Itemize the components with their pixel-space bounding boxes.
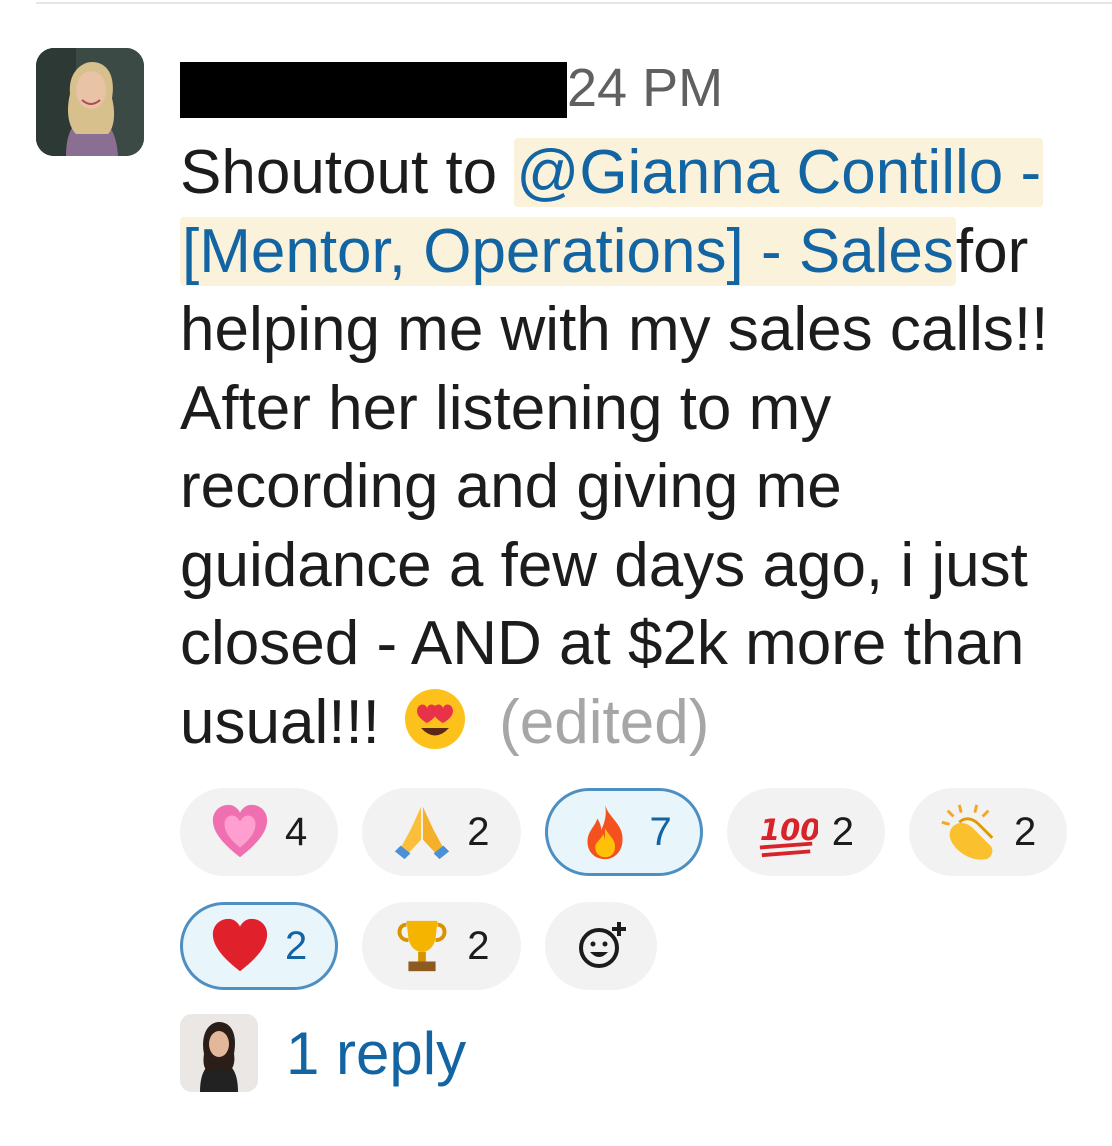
folded-hands-icon — [395, 806, 450, 860]
reaction-folded-hands[interactable]: 2 — [362, 788, 521, 876]
hundred-points-icon: 100 — [759, 813, 818, 858]
reaction-hundred-points[interactable]: 100 2 — [726, 788, 885, 876]
message-body: Shoutout to @Gianna Contillo - [Mentor, … — [180, 134, 1100, 770]
edited-label: (edited) — [499, 687, 710, 757]
reply-avatar-photo — [180, 1014, 258, 1092]
add-reaction-button[interactable] — [544, 902, 657, 990]
thread-replies[interactable]: 1 reply — [180, 1014, 466, 1092]
reaction-red-heart[interactable]: 2 — [180, 902, 339, 990]
reaction-count: 7 — [649, 809, 672, 854]
sender-avatar[interactable] — [36, 48, 144, 156]
add-reaction-icon — [578, 922, 626, 968]
clapping-hands-icon — [941, 804, 994, 860]
reply-avatar[interactable] — [180, 1014, 258, 1092]
message-timestamp[interactable]: 24 PM — [567, 56, 723, 120]
reactions-bar: 4 2 7 100 2 2 2 2 — [180, 788, 1080, 990]
reaction-count: 2 — [285, 923, 308, 968]
trophy-icon — [397, 920, 447, 972]
reaction-sparkling-heart[interactable]: 4 — [180, 788, 339, 876]
reaction-count: 2 — [467, 923, 490, 968]
red-heart-icon — [212, 918, 268, 972]
reaction-clapping-hands[interactable]: 2 — [909, 788, 1068, 876]
sender-avatar-photo — [36, 48, 144, 156]
reaction-count: 4 — [285, 809, 308, 854]
reaction-fire[interactable]: 7 — [544, 788, 703, 876]
fire-icon — [586, 804, 623, 860]
reply-count-link[interactable]: 1 reply — [286, 1019, 466, 1088]
message-text-after: for helping me with my sales calls!! Aft… — [180, 216, 1049, 757]
redacted-sender-name[interactable] — [180, 62, 567, 118]
reaction-count: 2 — [467, 809, 490, 854]
top-divider — [36, 2, 1112, 4]
reaction-count: 2 — [1014, 809, 1037, 854]
reaction-trophy[interactable]: 2 — [362, 902, 521, 990]
sparkling-heart-icon — [212, 804, 268, 858]
heart-eyes-emoji-icon — [403, 687, 467, 771]
svg-text:100: 100 — [760, 813, 818, 847]
reaction-count: 2 — [831, 809, 854, 854]
message-text-before: Shoutout to — [180, 138, 515, 207]
